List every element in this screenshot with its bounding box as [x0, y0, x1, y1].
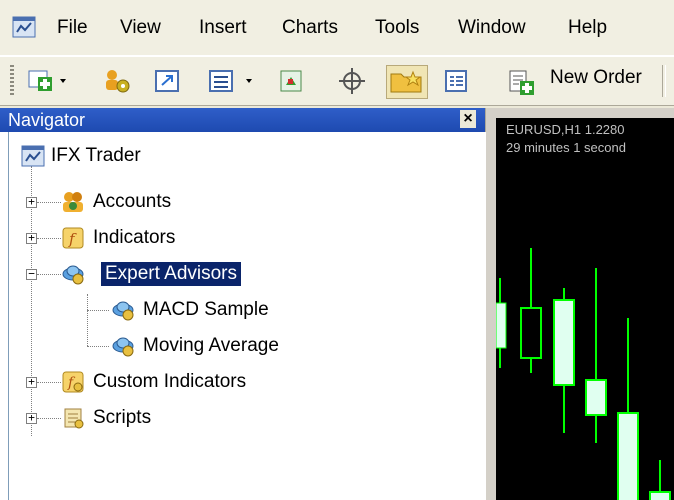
tree-line	[87, 346, 109, 347]
chart-window: EURUSD,H1 1.2280 29 minutes 1 second	[486, 108, 674, 500]
candle-body	[553, 299, 575, 386]
scripts-icon	[61, 406, 85, 430]
close-icon[interactable]: ×	[460, 110, 476, 128]
standard-toolbar: New Order	[0, 56, 674, 106]
expand-accounts[interactable]: +	[26, 196, 37, 208]
navigator-title: Navigator	[8, 110, 86, 130]
navigator-panel: Navigator × IFX Trader + Accounts + f In…	[0, 108, 486, 500]
tree-item-scripts[interactable]: Scripts	[93, 406, 151, 430]
tree-item-indicators[interactable]: Indicators	[93, 226, 175, 250]
navigator-titlebar[interactable]: Navigator ×	[0, 108, 485, 132]
menu-help[interactable]: Help	[568, 15, 607, 41]
candle-body	[649, 491, 671, 500]
fullscreen-icon[interactable]	[152, 65, 184, 97]
candle-body	[585, 379, 607, 416]
templates-icon[interactable]	[276, 65, 308, 97]
tree-line	[87, 310, 109, 311]
new-order-icon[interactable]	[504, 65, 546, 97]
candlestick-plot	[496, 248, 671, 500]
tree-item-accounts[interactable]: Accounts	[93, 190, 171, 214]
app-icon[interactable]	[12, 16, 36, 38]
candle-body	[520, 307, 542, 359]
custom-indicators-icon: f	[61, 370, 85, 394]
expand-indicators[interactable]: +	[26, 232, 37, 244]
candle-body	[617, 412, 639, 500]
profiles-icon[interactable]	[100, 65, 134, 97]
expert-icon	[111, 334, 135, 358]
price-chart[interactable]: EURUSD,H1 1.2280 29 minutes 1 second	[496, 118, 674, 500]
tree-line	[37, 274, 61, 275]
tree-line	[37, 238, 61, 239]
menu-insert[interactable]: Insert	[199, 15, 247, 41]
tree-line	[37, 418, 61, 419]
tree-line	[37, 202, 61, 203]
toolbar-grip[interactable]	[10, 65, 14, 97]
tree-item-expert-advisors[interactable]: Expert Advisors	[101, 262, 241, 286]
navigator-tree: IFX Trader + Accounts + f Indicators − E…	[8, 132, 486, 500]
expand-scripts[interactable]: +	[26, 412, 37, 424]
collapse-expert-advisors[interactable]: −	[26, 268, 37, 280]
new-order-button[interactable]: New Order	[550, 67, 642, 89]
periods-button[interactable]	[206, 65, 262, 97]
menu-bar: File View Insert Charts Tools Window Hel…	[0, 0, 674, 56]
expert-advisors-icon	[61, 262, 85, 286]
menu-file[interactable]: File	[57, 15, 88, 41]
indicators-icon: f	[61, 226, 85, 250]
menu-tools[interactable]: Tools	[375, 15, 419, 41]
tree-root-label[interactable]: IFX Trader	[51, 144, 141, 168]
crosshair-icon[interactable]	[336, 65, 368, 97]
tree-item-custom-indicators[interactable]: Custom Indicators	[93, 370, 246, 394]
menu-window[interactable]: Window	[458, 15, 526, 41]
navigator-toggle-button[interactable]	[386, 65, 428, 99]
tree-line	[87, 294, 88, 346]
candle-body	[496, 302, 507, 349]
tree-item-macd-sample[interactable]: MACD Sample	[143, 298, 269, 322]
new-chart-button[interactable]	[26, 65, 72, 97]
menu-charts[interactable]: Charts	[282, 15, 338, 41]
tree-line	[37, 382, 61, 383]
terminal-icon	[21, 144, 45, 168]
menu-view[interactable]: View	[120, 15, 161, 41]
expand-custom-indicators[interactable]: +	[26, 376, 37, 388]
tree-item-moving-average[interactable]: Moving Average	[143, 334, 279, 358]
data-window-icon[interactable]	[442, 65, 472, 97]
expert-icon	[111, 298, 135, 322]
toolbar-separator	[662, 65, 666, 97]
accounts-icon	[61, 190, 85, 214]
